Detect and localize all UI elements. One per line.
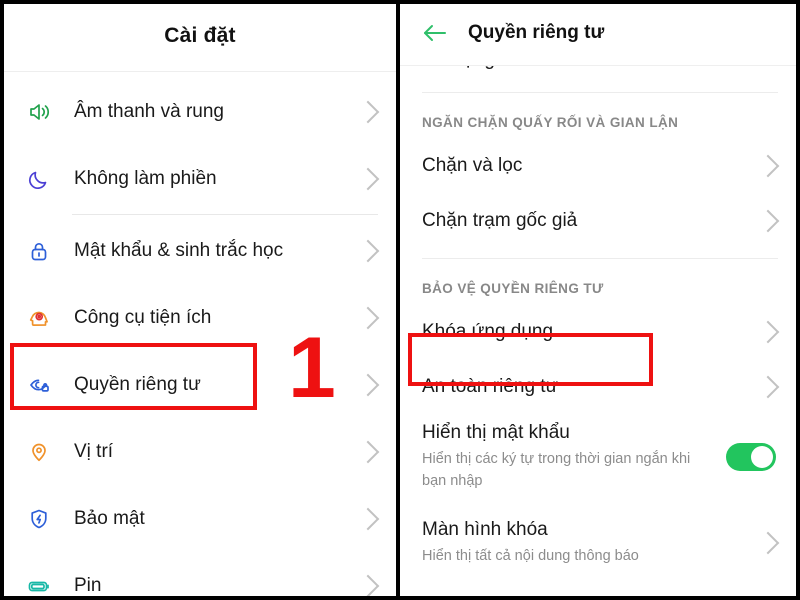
sidebar-item-sound[interactable]: Âm thanh và rung	[0, 78, 400, 145]
list-item-title: Hiển thị mật khẩu	[422, 422, 570, 444]
section-heading-privacy-protection: BẢO VỆ QUYỀN RIÊNG TƯ	[422, 281, 604, 296]
chevron-right-icon	[356, 100, 380, 123]
sidebar-item-battery[interactable]: Pin	[0, 552, 400, 600]
clipped-item-label: Sử dụng nhiều	[422, 66, 547, 71]
sidebar-item-utilities[interactable]: Công cụ tiện ích	[0, 284, 400, 351]
chevron-right-icon	[356, 373, 380, 396]
chevron-right-icon	[356, 574, 380, 597]
list-item-show-password[interactable]: Hiển thị mật khẩu Hiển thị các ký tự tro…	[400, 414, 800, 500]
chevron-right-icon	[756, 209, 780, 232]
sidebar-item-location[interactable]: Vị trí	[0, 418, 400, 485]
settings-panel: Cài đặt Âm thanh và rung Không làm phiền…	[0, 0, 400, 600]
frame-border-right	[796, 0, 800, 600]
chevron-right-icon	[756, 531, 780, 555]
chevron-right-icon	[756, 154, 780, 177]
chevron-right-icon	[356, 440, 380, 463]
list-item-lock-screen[interactable]: Màn hình khóa Hiển thị tất cả nội dung t…	[400, 500, 800, 586]
list-item-texts: Khóa ứng dụng	[422, 321, 760, 343]
sidebar-item-password-biometrics[interactable]: Mật khẩu & sinh trắc học	[0, 217, 400, 284]
list-item-texts: Chặn trạm gốc giả	[422, 210, 760, 232]
sidebar-item-label: Pin	[74, 574, 102, 596]
location-pin-icon	[22, 438, 56, 466]
list-item-title: Chặn trạm gốc giả	[422, 209, 578, 231]
list-item-block-filter[interactable]: Chặn và lọc	[400, 138, 800, 193]
privacy-list: Sử dụng nhiều NGĂN CHẶN QUẤY RỐI VÀ GIAN…	[400, 66, 800, 586]
sidebar-item-privacy[interactable]: Quyền riêng tư	[0, 351, 400, 418]
head-target-icon	[22, 304, 56, 332]
frame-border-top	[0, 0, 800, 4]
list-item-block-fake-base-station[interactable]: Chặn trạm gốc giả	[400, 193, 800, 248]
list-item-title: Chặn và lọc	[422, 154, 523, 176]
shield-bolt-icon	[22, 505, 56, 533]
list-item-texts: Hiển thị mật khẩu Hiển thị các ký tự tro…	[422, 422, 726, 491]
lock-icon	[22, 237, 56, 265]
settings-list: Âm thanh và rung Không làm phiền Mật khẩ…	[0, 72, 400, 600]
moon-icon	[22, 165, 56, 193]
list-item-app-lock[interactable]: Khóa ứng dụng	[400, 304, 800, 359]
list-item-texts: An toàn riêng tư	[422, 376, 760, 398]
screenshot-root: Cài đặt Âm thanh và rung Không làm phiền…	[0, 0, 800, 600]
list-item-subtitle: Hiển thị các ký tự trong thời gian ngắn …	[422, 451, 691, 489]
chevron-right-icon	[756, 375, 780, 398]
section-heading-harassment: NGĂN CHẶN QUẤY RỐI VÀ GIAN LẬN	[422, 115, 679, 130]
eye-lock-icon	[22, 371, 56, 399]
step-number-1: 1	[288, 320, 336, 416]
chevron-right-icon	[356, 239, 380, 262]
page-title: Cài đặt	[164, 23, 236, 47]
sidebar-item-security[interactable]: Bảo mật	[0, 485, 400, 552]
sidebar-item-label: Không làm phiền	[74, 167, 217, 189]
privacy-page-title: Quyền riêng tư	[468, 21, 605, 43]
list-item-title: Khóa ứng dụng	[422, 320, 554, 342]
sidebar-item-label: Mật khẩu & sinh trắc học	[74, 239, 284, 261]
show-password-toggle[interactable]	[726, 443, 776, 471]
toggle-knob	[751, 446, 773, 468]
chevron-right-icon	[356, 306, 380, 329]
sidebar-item-do-not-disturb[interactable]: Không làm phiền	[0, 145, 400, 212]
settings-header: Cài đặt	[0, 0, 400, 72]
list-item-private-safe[interactable]: An toàn riêng tư	[400, 359, 800, 414]
frame-divider-middle	[396, 0, 400, 600]
sidebar-item-label: Bảo mật	[74, 507, 145, 529]
privacy-panel: Quyền riêng tư Sử dụng nhiều NGĂN CHẶN Q…	[400, 0, 800, 600]
privacy-header: Quyền riêng tư	[400, 0, 800, 66]
frame-border-bottom	[0, 596, 800, 600]
sidebar-item-label: Âm thanh và rung	[74, 100, 224, 122]
list-item-texts: Màn hình khóa Hiển thị tất cả nội dung t…	[422, 519, 760, 567]
list-item-subtitle: Hiển thị tất cả nội dung thông báo	[422, 547, 639, 564]
chevron-right-icon	[356, 507, 380, 530]
sidebar-item-label: Vị trí	[74, 440, 114, 462]
chevron-right-icon	[756, 320, 780, 343]
clipped-list-item[interactable]: Sử dụng nhiều	[400, 66, 800, 92]
list-divider	[72, 214, 378, 215]
chevron-right-icon	[356, 167, 380, 190]
speaker-icon	[22, 98, 56, 126]
list-item-title: An toàn riêng tư	[422, 375, 559, 397]
list-item-title: Màn hình khóa	[422, 518, 548, 540]
list-item-texts: Chặn và lọc	[422, 155, 760, 177]
frame-border-left	[0, 0, 4, 600]
back-arrow-icon[interactable]	[422, 22, 448, 44]
